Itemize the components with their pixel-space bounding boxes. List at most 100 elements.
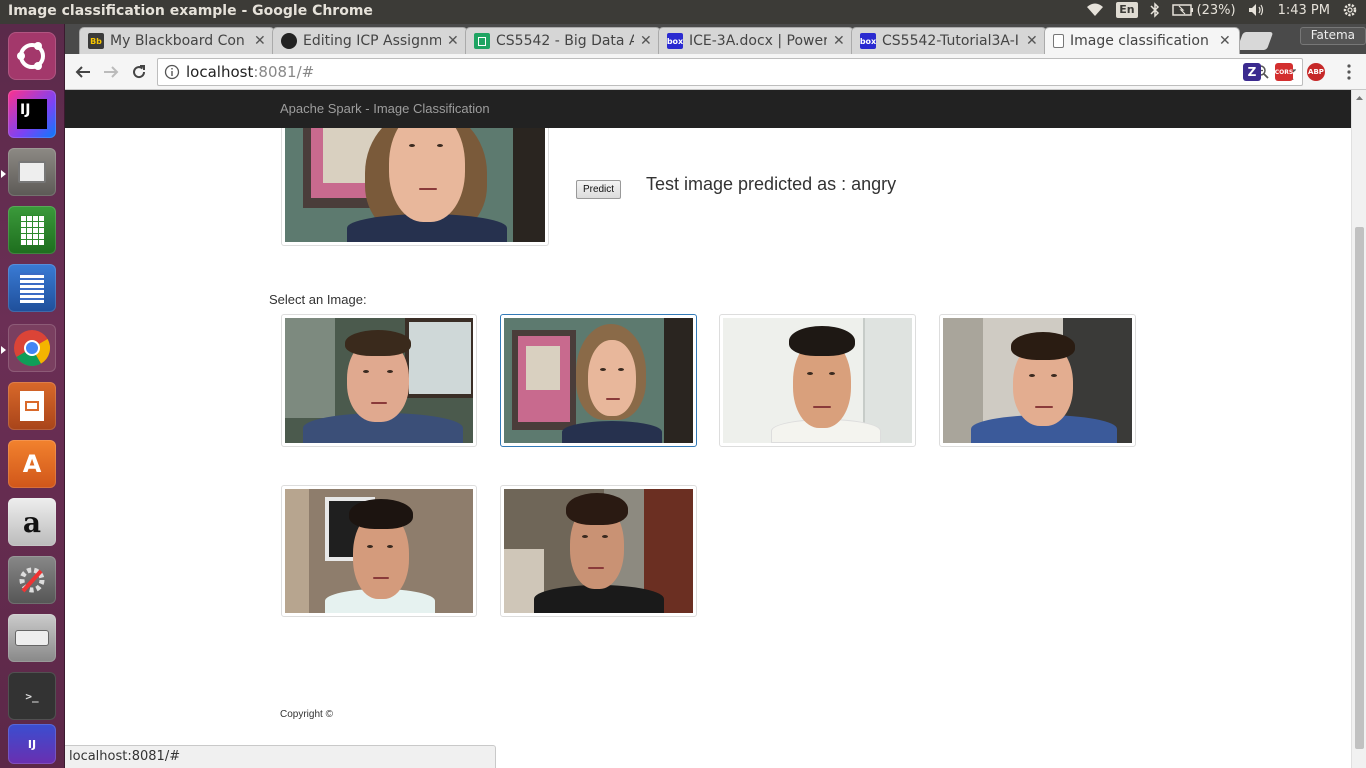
image-thumbnail[interactable] — [281, 314, 477, 447]
thumbnail-image — [285, 318, 473, 443]
mouth — [813, 406, 831, 408]
file-cabinet-icon[interactable] — [8, 148, 56, 196]
clock[interactable]: 1:43 PM — [1278, 3, 1330, 18]
settings-gear-icon[interactable] — [1342, 2, 1358, 18]
terminal-icon[interactable]: >_ — [8, 672, 56, 720]
adblock-plus-icon[interactable]: ABP — [1307, 63, 1325, 81]
box-icon: box — [667, 33, 683, 49]
ubuntu-dash-icon[interactable] — [8, 32, 56, 80]
forward-arrow-icon[interactable] — [99, 60, 123, 84]
mouth — [419, 188, 437, 190]
running-indicator-icon — [1, 170, 6, 178]
url-path: :8081/# — [253, 63, 315, 81]
close-icon[interactable]: ✕ — [1219, 33, 1231, 49]
tab-box-ice[interactable]: box ICE-3A.docx | Power ✕ — [658, 27, 854, 54]
tab-title: My Blackboard Con — [110, 33, 245, 49]
eye — [829, 372, 835, 375]
page-viewport: Apache Spark - Image Classification Pred… — [65, 90, 1351, 768]
eye — [367, 545, 373, 548]
close-icon[interactable]: ✕ — [1026, 33, 1038, 49]
shirt — [562, 421, 662, 443]
amazon-icon[interactable]: a — [8, 498, 56, 546]
eye — [363, 370, 369, 373]
image-thumbnail[interactable] — [500, 485, 697, 617]
libreoffice-impress-icon[interactable] — [8, 382, 56, 430]
window-title: Image classification example - Google Ch… — [8, 3, 373, 19]
box-icon: box — [860, 33, 876, 49]
profile-button[interactable]: Fatema — [1299, 27, 1366, 45]
new-tab-button[interactable] — [1236, 32, 1274, 50]
image-thumbnail[interactable] — [719, 314, 916, 447]
chrome-menu-icon[interactable] — [1337, 60, 1361, 84]
zotero-extension-icon[interactable]: Z — [1243, 63, 1261, 81]
disk-drive-icon[interactable] — [8, 614, 56, 662]
prediction-result: Test image predicted as : angry — [646, 174, 897, 194]
face — [389, 128, 465, 222]
eye — [618, 368, 624, 371]
scroll-up-icon[interactable] — [1352, 92, 1366, 104]
tab-title: Image classification — [1070, 33, 1209, 49]
cors-extension-icon[interactable]: CORS — [1275, 63, 1293, 81]
close-icon[interactable]: ✕ — [640, 33, 652, 49]
tab-box-tutorial[interactable]: box CS5542-Tutorial3A-I ✕ — [851, 27, 1047, 54]
chrome-icon[interactable] — [8, 324, 56, 372]
reload-icon[interactable] — [127, 60, 151, 84]
url-host: localhost — [186, 63, 254, 81]
battery-indicator[interactable]: (23%) — [1171, 2, 1236, 18]
link-status-bubble: localhost:8081/# — [65, 745, 496, 768]
thumbnail-image — [943, 318, 1132, 443]
test-image-preview — [281, 128, 549, 246]
info-icon[interactable] — [164, 64, 180, 80]
keyboard-language-indicator[interactable]: En — [1116, 2, 1138, 18]
back-arrow-icon[interactable] — [71, 60, 95, 84]
github-icon — [281, 33, 297, 49]
chrome-tab-strip: Bb My Blackboard Con ✕ Editing ICP Assig… — [65, 24, 1366, 54]
thumbnail-image — [504, 318, 693, 443]
libreoffice-writer-icon[interactable] — [8, 264, 56, 312]
predict-button[interactable]: Predict — [576, 180, 621, 199]
wall-panel — [285, 489, 309, 613]
eye — [807, 372, 813, 375]
image-thumbnail[interactable] — [939, 314, 1136, 447]
system-settings-icon[interactable] — [8, 556, 56, 604]
tab-blackboard[interactable]: Bb My Blackboard Con ✕ — [79, 27, 275, 54]
volume-icon[interactable] — [1248, 3, 1266, 17]
hair — [1011, 332, 1075, 360]
frame-picture — [526, 346, 560, 390]
libreoffice-calc-icon[interactable] — [8, 206, 56, 254]
blackboard-icon: Bb — [88, 33, 104, 49]
mouth — [373, 577, 389, 579]
address-bar[interactable]: localhost:8081/# — [157, 58, 1303, 86]
software-center-icon[interactable]: A — [8, 440, 56, 488]
tab-title: CS5542-Tutorial3A-I — [882, 33, 1019, 49]
doorway — [664, 318, 693, 443]
chrome-toolbar: localhost:8081/# Z CORS ABP — [65, 54, 1366, 90]
close-icon[interactable]: ✕ — [833, 33, 845, 49]
thumbnail-image — [723, 318, 912, 443]
page-scrollbar[interactable] — [1351, 90, 1366, 768]
battery-percent: (23%) — [1196, 2, 1236, 18]
image-thumbnail-selected[interactable] — [500, 314, 697, 447]
tab-github[interactable]: Editing ICP Assignm ✕ — [272, 27, 468, 54]
scrollbar-thumb[interactable] — [1355, 227, 1364, 749]
tab-sheets[interactable]: CS5542 - Big Data A ✕ — [465, 27, 661, 54]
bluetooth-icon[interactable] — [1150, 2, 1160, 18]
tab-title: Editing ICP Assignm — [303, 33, 441, 49]
test-image — [285, 128, 545, 242]
eye — [602, 535, 608, 538]
wifi-icon[interactable] — [1086, 3, 1104, 17]
navbar-brand[interactable]: Apache Spark - Image Classification — [280, 101, 490, 116]
mouth — [1035, 406, 1053, 408]
os-top-panel: Image classification example - Google Ch… — [0, 0, 1366, 24]
tab-image-classification[interactable]: Image classification ✕ — [1044, 27, 1240, 54]
window — [405, 318, 473, 398]
eye — [1051, 374, 1057, 377]
image-thumbnail[interactable] — [281, 485, 477, 617]
mouth — [606, 398, 620, 400]
close-icon[interactable]: ✕ — [254, 33, 266, 49]
close-icon[interactable]: ✕ — [447, 33, 459, 49]
eye — [387, 370, 393, 373]
intellij-icon[interactable]: IJ — [8, 90, 56, 138]
intellij-stacked-icon[interactable]: IJ — [8, 724, 56, 764]
unity-launcher: IJ A a >_ IJ — [0, 24, 65, 768]
